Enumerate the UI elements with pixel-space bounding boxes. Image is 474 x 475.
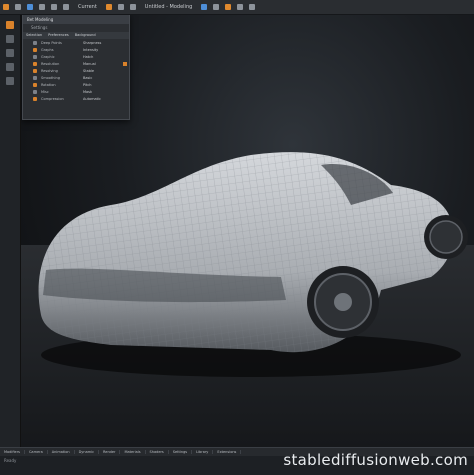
row-value[interactable]: Sharpness	[83, 41, 119, 45]
swatch-icon	[33, 89, 37, 94]
row-value[interactable]: Mask	[83, 90, 119, 94]
column-header[interactable]: Background	[72, 32, 99, 39]
column-header[interactable]: Preferences	[45, 32, 72, 39]
row-label: Rotation	[41, 82, 56, 87]
swatch-icon	[33, 61, 37, 66]
row-label: Deep Points	[41, 40, 62, 45]
row-value[interactable]: Manual	[83, 62, 119, 66]
window-title: Untitled - Modeling	[144, 4, 193, 10]
swatch-icon	[33, 40, 37, 45]
row-value[interactable]: Basic	[83, 76, 119, 80]
row-label: Smoothing	[41, 75, 60, 80]
panel-row[interactable]: Resolution Manual	[23, 60, 129, 67]
rotate-icon[interactable]	[51, 4, 57, 10]
swatch-icon	[33, 82, 37, 87]
top-toolbar: Current Untitled - Modeling	[0, 0, 474, 15]
select-tool-icon[interactable]	[6, 21, 14, 29]
row-value[interactable]: Stable	[83, 69, 119, 73]
window-icon[interactable]	[249, 4, 256, 10]
tab-modifiers[interactable]: Modifiers	[0, 450, 25, 454]
scale-tool-icon[interactable]	[6, 63, 14, 71]
mesh-tool-icon[interactable]	[6, 77, 14, 85]
camera-icon[interactable]	[213, 4, 220, 10]
light-icon[interactable]	[225, 4, 232, 10]
swatch-icon	[33, 54, 37, 59]
row-label: Graphs	[41, 47, 54, 52]
panel-row[interactable]: Graphic Hatch	[23, 53, 129, 60]
tool-sidebar	[0, 15, 21, 455]
panel-row[interactable]: Smoothing Basic	[23, 74, 129, 81]
row-value[interactable]: Intensity	[83, 48, 119, 52]
panel-row[interactable]: Misc Mask	[23, 88, 129, 95]
panel-row[interactable]: Resolving Stable	[23, 67, 129, 74]
row-label: Resolution	[41, 61, 60, 66]
view-icon[interactable]	[117, 4, 124, 10]
row-label: Resolving	[41, 68, 58, 73]
settings-icon[interactable]	[237, 4, 244, 10]
mode-label[interactable]: Current	[78, 4, 97, 10]
tab-settings[interactable]: Settings	[169, 450, 193, 454]
panel-row[interactable]: Compression Automatic	[23, 95, 129, 102]
row-value[interactable]: Automatic	[83, 97, 119, 101]
row-value[interactable]: Pitch	[83, 83, 119, 87]
move-icon[interactable]	[39, 4, 45, 10]
swatch-icon	[33, 75, 37, 80]
row-label: Misc	[41, 89, 49, 94]
snap-icon[interactable]	[105, 4, 112, 10]
swatch-icon	[33, 47, 37, 52]
row-label: Graphic	[41, 54, 55, 59]
panel-title: Bet Modeling	[23, 15, 129, 24]
3d-viewport[interactable]: Bet Modeling Settings Selection Preferen…	[21, 15, 474, 447]
row-label: Compression	[41, 96, 64, 101]
tab-materials[interactable]: Materials	[120, 450, 146, 454]
panel-subtitle: Settings	[31, 25, 48, 30]
panel-row[interactable]: Deep Points Sharpness	[23, 39, 129, 46]
rotate-tool-icon[interactable]	[6, 49, 14, 57]
edit-icon[interactable]	[15, 4, 21, 10]
tab-render[interactable]: Render	[99, 450, 121, 454]
panel-row[interactable]: Rotation Pitch	[23, 81, 129, 88]
move-tool-icon[interactable]	[6, 35, 14, 43]
swatch-icon	[33, 96, 37, 101]
panel-column-header: Selection Preferences Background	[23, 32, 129, 39]
tab-dynamic[interactable]: Dynamic	[75, 450, 100, 454]
modeling-properties-panel: Bet Modeling Settings Selection Preferen…	[22, 15, 130, 120]
swatch-icon	[33, 68, 37, 73]
select-icon[interactable]	[27, 4, 33, 10]
file-icon[interactable]	[3, 4, 9, 10]
render-icon[interactable]	[201, 4, 208, 10]
tab-animation[interactable]: Animation	[48, 450, 75, 454]
tab-shaders[interactable]: Shaders	[146, 450, 169, 454]
tab-extensions[interactable]: Extensions	[213, 450, 242, 454]
row-value[interactable]: Hatch	[83, 55, 119, 59]
watermark-text: stablediffusionweb.com	[283, 451, 468, 469]
grid-icon[interactable]	[129, 4, 136, 10]
column-header[interactable]: Selection	[23, 32, 45, 39]
tab-camera[interactable]: Camera	[25, 450, 48, 454]
tab-library[interactable]: Library	[192, 450, 214, 454]
scale-icon[interactable]	[63, 4, 69, 10]
panel-row[interactable]: Graphs Intensity	[23, 46, 129, 53]
toggle-icon[interactable]	[123, 61, 127, 66]
